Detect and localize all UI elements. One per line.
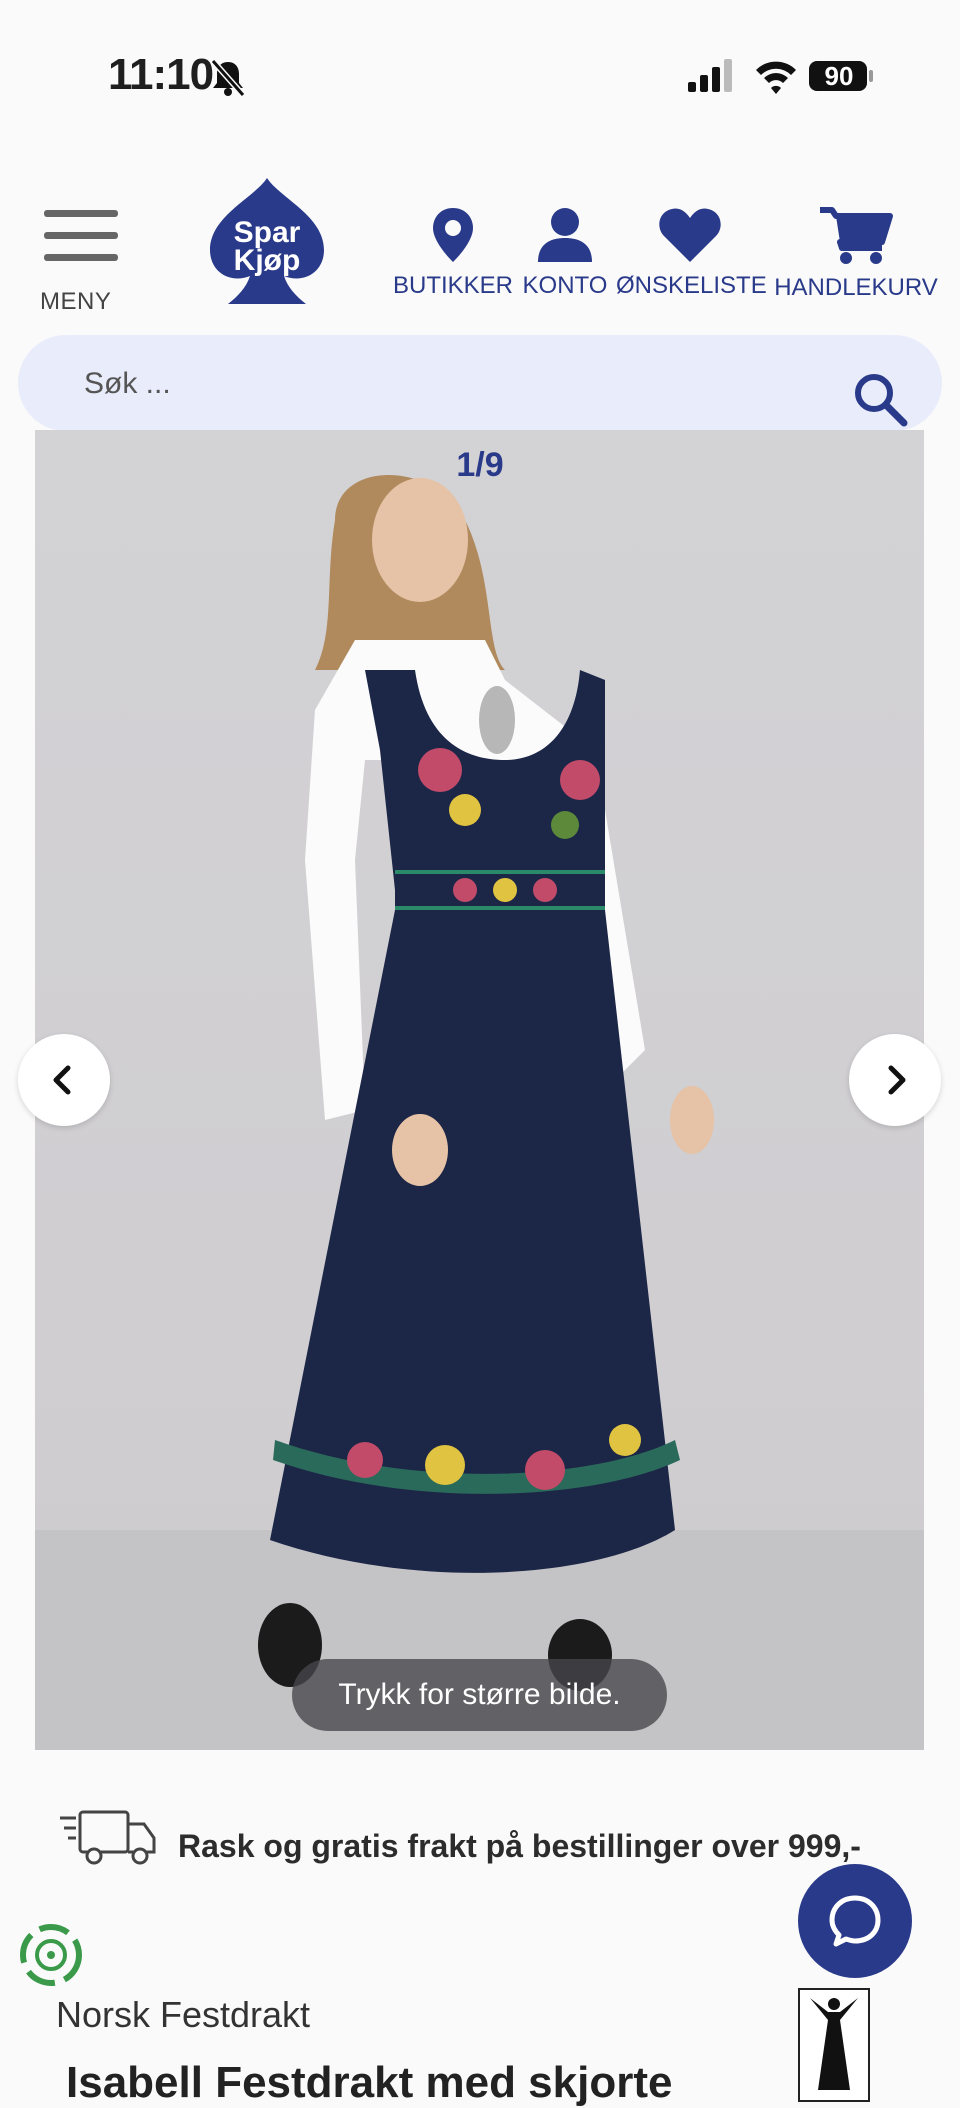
user-icon <box>538 208 592 262</box>
chat-button[interactable] <box>798 1864 912 1978</box>
nav-wishlist-label: ØNSKELISTE <box>616 272 767 299</box>
next-image-button[interactable] <box>849 1034 941 1126</box>
nav-cart-label: HANDLEKURV <box>774 274 938 301</box>
brand-logo <box>798 1988 870 2102</box>
product-image-illustration <box>35 475 924 1750</box>
wifi-icon <box>756 61 796 94</box>
eco-badge-icon[interactable] <box>16 1920 86 1990</box>
image-counter: 1/9 <box>456 446 504 484</box>
shipping-info: Rask og gratis frakt på bestillinger ove… <box>178 1828 861 1864</box>
cellular-signal-icon <box>688 59 732 92</box>
nav-cart[interactable]: HANDLEKURV <box>772 206 940 302</box>
nav-stores-label: BUTIKKER <box>392 272 514 299</box>
menu-label: MENY <box>40 288 112 315</box>
nav-wishlist[interactable]: ØNSKELISTE <box>616 206 767 300</box>
battery-level: 90 <box>824 61 854 91</box>
status-time: 11:10 <box>108 50 214 99</box>
previous-image-button[interactable] <box>18 1034 110 1126</box>
sparkjop-logo[interactable]: Spar Kjøp <box>204 176 330 306</box>
search-icon[interactable] <box>852 371 910 429</box>
search-input[interactable] <box>82 361 846 407</box>
location-pin-icon <box>433 208 473 262</box>
product-brand[interactable]: Norsk Festdrakt <box>56 1994 310 2036</box>
chat-bubble-icon <box>829 1895 881 1947</box>
bell-muted-icon <box>210 59 246 97</box>
nav-stores[interactable]: BUTIKKER <box>390 206 516 300</box>
search-bar[interactable] <box>18 335 942 431</box>
logo-text-line2: Kjøp <box>234 244 301 277</box>
menu-button[interactable] <box>44 210 118 262</box>
product-image[interactable] <box>35 430 924 1750</box>
chevron-right-icon <box>888 1065 906 1095</box>
heart-icon <box>659 208 721 262</box>
nav-account[interactable]: KONTO <box>520 206 610 300</box>
chevron-left-icon <box>53 1065 71 1095</box>
product-title: Isabell Festdrakt med skjorte <box>66 2058 673 2107</box>
zoom-hint[interactable]: Trykk for større bilde. <box>292 1659 667 1731</box>
delivery-truck-icon <box>60 1810 156 1865</box>
nav-account-label: KONTO <box>522 272 608 299</box>
dress-silhouette-icon <box>810 1998 858 2090</box>
cart-icon <box>820 207 893 264</box>
